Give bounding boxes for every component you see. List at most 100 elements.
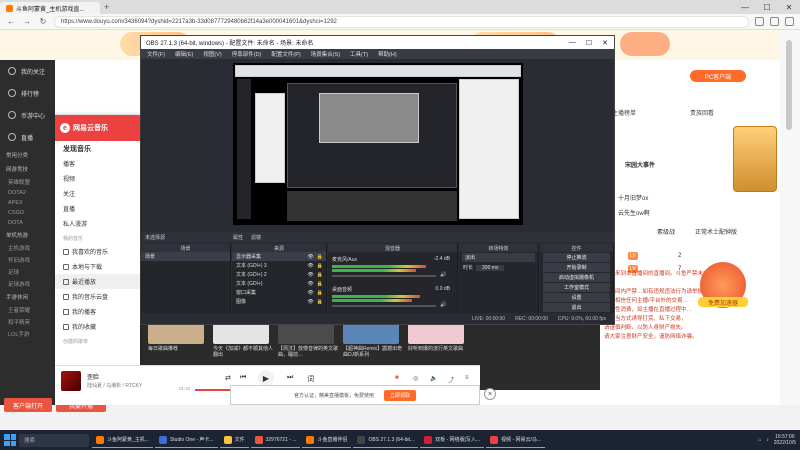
sidebar-section-title[interactable]: 手游休闲 — [0, 290, 55, 304]
playlist-caption[interactable]: 好听到爆的流行英文歌曲 — [408, 346, 470, 352]
obs-close-button[interactable]: ✕ — [602, 39, 608, 47]
sidebar-subitem[interactable]: CSGO — [0, 208, 55, 218]
client-open-button[interactable]: 客户端打开 — [4, 398, 52, 412]
source-item[interactable]: 窗口采集 👁 🔒 — [232, 288, 326, 297]
volume-icon[interactable]: 🔈 — [430, 375, 437, 382]
filters-button[interactable]: 滤镜 — [251, 234, 261, 241]
obs-control-button[interactable]: 退出 — [543, 303, 610, 312]
taskbar-app[interactable]: 视频 - 网易云/马... — [486, 432, 546, 448]
scene-item[interactable]: 场景 — [141, 252, 230, 261]
obs-maximize-button[interactable]: ☐ — [586, 39, 592, 47]
music-nav-item[interactable]: 私人漫游 — [55, 216, 140, 231]
playlist-caption[interactable]: 【周汶】放慢音律的英文歌曲，睡前… — [278, 346, 340, 358]
sidebar-item[interactable]: 直播 — [0, 126, 55, 148]
rank-title[interactable]: 主播榜单 — [612, 108, 636, 117]
back-icon[interactable]: ← — [6, 17, 16, 26]
obs-menu-item[interactable]: 场景集合(S) — [311, 50, 340, 58]
forward-icon[interactable]: → — [22, 17, 32, 26]
maximize-button[interactable]: ☐ — [756, 0, 778, 14]
sidebar-item[interactable]: 排行榜 — [0, 82, 55, 104]
extensions-icon[interactable] — [755, 17, 764, 26]
music-mine-item[interactable]: 最近播放 — [55, 274, 140, 289]
obs-preview[interactable] — [233, 63, 523, 225]
taskbar-app[interactable]: 文件 — [219, 432, 249, 448]
sidebar-item[interactable]: 币游中心 — [0, 104, 55, 126]
music-mine-item[interactable]: 本地与下载 — [55, 259, 140, 274]
sidebar-subitem[interactable]: 和平精英 — [0, 316, 55, 328]
lyrics-toggle[interactable]: 词 — [307, 374, 314, 384]
sidebar-subitem[interactable]: DOTA2 — [0, 188, 55, 198]
speed-advert-label[interactable]: 免费加速器 — [698, 297, 748, 307]
profile-icon[interactable] — [785, 17, 794, 26]
album-cover[interactable] — [61, 371, 81, 391]
taskbar-app[interactable]: 斗鱼直播伴侣 — [302, 432, 352, 448]
obs-menu-item[interactable]: 工具(T) — [350, 50, 368, 58]
duration-input[interactable]: 300 ms — [476, 264, 505, 271]
source-item[interactable]: 显示器采集 👁 🔒 — [232, 252, 326, 261]
playlist-caption[interactable]: 每日歌曲推荐 — [148, 346, 210, 352]
obs-menu-item[interactable]: 文件(F) — [147, 50, 165, 58]
rank-title-2[interactable]: 贵族回看 — [690, 108, 714, 117]
sidebar-subitem[interactable]: 英雄联盟 — [0, 176, 55, 188]
sidebar-section-title[interactable]: 网游竞技 — [0, 162, 55, 176]
playlist-icon[interactable]: ≡ — [465, 375, 469, 381]
lock-icon[interactable]: 🔒 — [317, 254, 326, 260]
clock[interactable]: 16:57:06 2022/10/5 — [774, 434, 796, 446]
obs-menu-item[interactable]: 帮助(H) — [378, 50, 397, 58]
created-playlists-section[interactable]: 创建的歌单 — [55, 334, 140, 347]
taskbar-app[interactable]: 32976721 - ... — [250, 432, 301, 448]
music-nav-item[interactable]: 播客 — [55, 156, 140, 171]
volume-icon[interactable]: 🔊 — [440, 272, 446, 278]
sidebar-subitem[interactable]: 怀旧游戏 — [0, 254, 55, 266]
lock-icon[interactable]: 🔒 — [317, 263, 326, 269]
eye-icon[interactable]: 👁 — [307, 290, 313, 296]
pc-client-button[interactable]: PC客户端 — [690, 70, 746, 82]
favorites-icon[interactable] — [770, 17, 779, 26]
obs-control-button[interactable]: 工作室模式 — [543, 283, 610, 292]
eye-icon[interactable]: 👁 — [307, 272, 313, 278]
taskbar-app[interactable]: 斗鱼阿蒙黄_主机... — [92, 432, 153, 448]
volume-tray-icon[interactable]: ♪ — [766, 437, 769, 443]
url-field[interactable]: https://www.douyu.com/3436094?dyshid=221… — [54, 15, 749, 28]
volume-slider[interactable] — [332, 275, 436, 277]
source-item[interactable]: 文本 (GDI+) 3 👁 🔒 — [232, 261, 326, 270]
windows-start-icon[interactable] — [4, 434, 16, 446]
source-item[interactable]: 图像 👁 🔒 — [232, 297, 326, 306]
browser-tab[interactable]: 斗鱼阿蒙黄_主机游戏直... — [0, 2, 100, 14]
lock-icon[interactable]: 🔒 — [317, 290, 326, 296]
playlist-caption[interactable]: 【超神曲Remix】震撼出奇曲DJ新系列 — [343, 346, 405, 358]
notice-title[interactable]: 宋园大事件 — [625, 160, 655, 169]
sidebar-item[interactable]: 我的关注 — [0, 60, 55, 82]
obs-minimize-button[interactable]: — — [569, 39, 576, 47]
next-track-icon[interactable]: ⏭ — [287, 374, 293, 382]
music-nav-item[interactable]: 发现音乐 — [55, 141, 140, 156]
sidebar-subitem[interactable]: 足球 — [0, 266, 55, 278]
source-item[interactable]: 文本 (GDI+) 2 👁 🔒 — [232, 270, 326, 279]
close-icon[interactable]: × — [484, 388, 496, 400]
sound-quality-icon[interactable]: ■ — [395, 375, 399, 381]
sidebar-subitem[interactable]: LOL手游 — [0, 328, 55, 340]
obs-menu-item[interactable]: 配置文件(P) — [271, 50, 300, 58]
lock-icon[interactable]: 🔒 — [317, 281, 326, 287]
music-nav-item[interactable]: 关注 — [55, 186, 140, 201]
taskbar-app[interactable]: OBS 27.1.3 (64-bit... — [353, 432, 419, 448]
obs-menu-item[interactable]: 编辑(E) — [175, 50, 193, 58]
share-icon[interactable]: ⤴ — [448, 375, 454, 384]
obs-control-button[interactable]: 停止推流 — [543, 253, 610, 262]
sidebar-subitem[interactable]: APEX — [0, 198, 55, 208]
music-mine-item[interactable]: 我的播客 — [55, 304, 140, 319]
eye-icon[interactable]: 👁 — [307, 254, 313, 260]
refresh-icon[interactable]: ↻ — [38, 17, 48, 26]
source-item[interactable]: 文本 (GDI+) 👁 🔒 — [232, 279, 326, 288]
promo-button[interactable]: 立即领取 — [384, 389, 417, 401]
page-scrollbar-thumb[interactable] — [786, 40, 792, 130]
sidebar-subitem[interactable]: 王者荣耀 — [0, 304, 55, 316]
taskbar-app[interactable]: 双板 - 网络版[写入... — [420, 432, 485, 448]
prev-track-icon[interactable]: ⏮ — [240, 374, 246, 382]
sidebar-subitem[interactable]: 主机游戏 — [0, 242, 55, 254]
play-button[interactable]: ▶ — [258, 370, 274, 386]
lock-icon[interactable]: 🔒 — [317, 299, 326, 305]
lock-icon[interactable]: 🔒 — [317, 272, 326, 278]
obs-control-button[interactable]: 启动虚拟摄像机 — [543, 273, 610, 282]
shuffle-icon[interactable]: ⇄ — [225, 374, 231, 382]
